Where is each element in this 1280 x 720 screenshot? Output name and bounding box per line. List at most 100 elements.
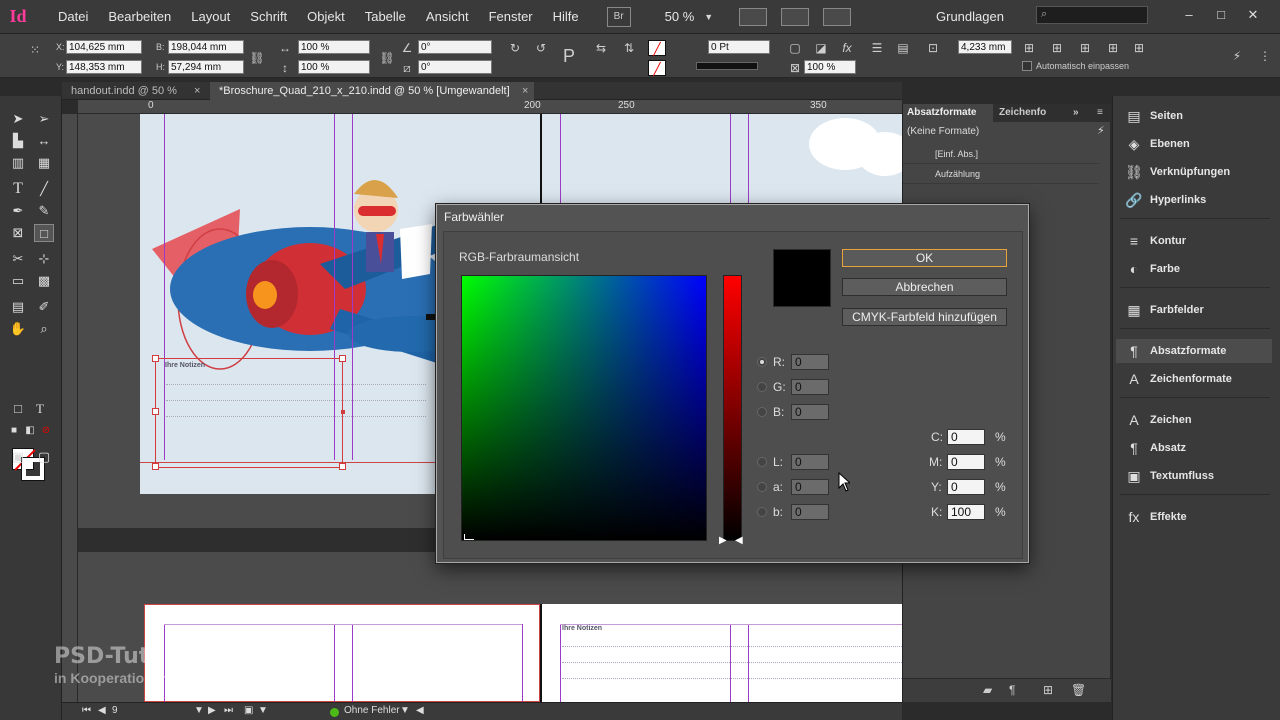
- page-tool-icon[interactable]: ▙: [8, 132, 28, 150]
- direct-selection-tool-icon[interactable]: ➢: [34, 110, 54, 128]
- arrange-documents-button[interactable]: [823, 7, 852, 26]
- rotate-cw-icon[interactable]: ↻: [506, 40, 524, 56]
- flip-h-icon[interactable]: ⇆: [592, 40, 610, 56]
- dock-item-effekte[interactable]: fx Effekte: [1116, 505, 1272, 529]
- preflight-menu-icon[interactable]: ▼: [400, 705, 410, 716]
- radio-l[interactable]: [757, 457, 767, 467]
- panel-menu-icon[interactable]: ⋮: [1256, 48, 1274, 64]
- notes-text-frame[interactable]: [155, 358, 343, 468]
- tab-broschure[interactable]: *Broschure_Quad_210_x_210.indd @ 50 % [U…: [210, 82, 534, 100]
- folder-icon[interactable]: ▰: [983, 683, 992, 697]
- rotate-field[interactable]: 0°: [418, 40, 492, 54]
- radio-g[interactable]: [757, 382, 767, 392]
- scale-y-field[interactable]: 100 %: [298, 60, 370, 74]
- style-item[interactable]: [Einf. Abs.]: [903, 144, 1099, 164]
- height-field[interactable]: 57,294 mm: [168, 60, 244, 74]
- rotate-ccw-icon[interactable]: ↺: [532, 40, 550, 56]
- gradient-swatch-tool-icon[interactable]: ▭: [8, 272, 28, 290]
- opacity-field[interactable]: 100 %: [804, 60, 856, 74]
- dock-item-zeichenformate[interactable]: A Zeichenformate: [1116, 367, 1272, 391]
- free-transform-tool-icon[interactable]: ⊹: [34, 250, 54, 268]
- slider-arrow-right-icon[interactable]: ◀: [735, 535, 743, 546]
- minimize-button[interactable]: –: [1180, 6, 1198, 24]
- line-tool-icon[interactable]: ╱: [34, 180, 54, 198]
- eyedropper-tool-icon[interactable]: ✐: [34, 298, 54, 316]
- search-input[interactable]: ⌕: [1036, 6, 1148, 24]
- rectangle-tool-icon[interactable]: □: [34, 224, 54, 242]
- rectangle-frame-tool-icon[interactable]: ⊠: [8, 224, 28, 242]
- first-page-icon[interactable]: ⏮: [82, 705, 91, 716]
- cancel-button[interactable]: Abbrechen: [842, 278, 1007, 296]
- clear-overrides-icon[interactable]: ¶: [1009, 683, 1015, 697]
- align-icon[interactable]: ☰: [868, 40, 886, 56]
- tab-zeichenformate[interactable]: Zeichenfo: [995, 104, 1065, 122]
- menu-hilfe[interactable]: Hilfe: [543, 9, 589, 24]
- dock-item-textumfluss[interactable]: ▣ Textumfluss: [1116, 464, 1272, 488]
- preview-mode-icon[interactable]: ▢: [34, 448, 54, 466]
- dock-item-ebenen[interactable]: ◈ Ebenen: [1116, 132, 1272, 156]
- new-style-icon[interactable]: ⊞: [1043, 683, 1053, 697]
- frame-handle[interactable]: [339, 463, 346, 470]
- dock-item-absatz[interactable]: ¶ Absatz: [1116, 436, 1272, 460]
- stroke-swatch[interactable]: ╱: [648, 60, 666, 76]
- content-collector-icon[interactable]: ▥: [8, 154, 28, 172]
- input-l[interactable]: 0: [791, 454, 829, 470]
- shadow-icon[interactable]: ◪: [812, 40, 830, 56]
- frame-handle[interactable]: [152, 463, 159, 470]
- slider-arrow-left-icon[interactable]: ▶: [719, 535, 727, 546]
- lightning-icon[interactable]: ⚡: [1097, 124, 1105, 137]
- radio-lab-b[interactable]: [757, 507, 767, 517]
- input-a[interactable]: 0: [791, 479, 829, 495]
- pencil-tool-icon[interactable]: ✎: [34, 202, 54, 220]
- radio-r[interactable]: [757, 357, 767, 367]
- gap-tool-icon[interactable]: ↔: [34, 132, 54, 150]
- last-page-icon[interactable]: ⏭: [224, 705, 233, 716]
- pen-tool-icon[interactable]: ✒: [8, 202, 28, 220]
- frame-handle[interactable]: [152, 408, 159, 415]
- frame-handle[interactable]: [152, 355, 159, 362]
- radio-a[interactable]: [757, 482, 767, 492]
- hand-tool-icon[interactable]: ✋: [8, 320, 28, 338]
- width-field[interactable]: 198,044 mm: [168, 40, 244, 54]
- formatting-container-icon[interactable]: □: [8, 400, 28, 418]
- workspace-switcher[interactable]: Grundlagen: [936, 9, 1004, 24]
- menu-objekt[interactable]: Objekt: [297, 9, 355, 24]
- ok-button[interactable]: OK: [842, 249, 1007, 267]
- formatting-text-icon[interactable]: T: [30, 400, 50, 418]
- maximize-button[interactable]: □: [1212, 6, 1230, 24]
- fit-content-icon[interactable]: ⊞: [1020, 40, 1038, 56]
- next-page-icon[interactable]: ▶: [208, 705, 216, 716]
- zoom-tool-icon[interactable]: ⌕: [34, 320, 54, 338]
- input-lab-b[interactable]: 0: [791, 504, 829, 520]
- color-field-marker[interactable]: [464, 534, 474, 540]
- stroke-type-selector[interactable]: [696, 62, 758, 70]
- fit-frame-icon[interactable]: ⊞: [1048, 40, 1066, 56]
- preflight-status[interactable]: Ohne Fehler: [344, 705, 400, 716]
- text-frame-options-icon[interactable]: ▤: [894, 40, 912, 56]
- normal-view-icon[interactable]: ▣: [8, 448, 28, 466]
- corner-icon[interactable]: ▢: [786, 40, 804, 56]
- dock-item-verknüpfungen[interactable]: ⛓ Verknüpfungen: [1116, 160, 1272, 184]
- menu-schrift[interactable]: Schrift: [240, 9, 297, 24]
- input-r[interactable]: 0: [791, 354, 829, 370]
- close-icon[interactable]: ×: [194, 82, 200, 100]
- dock-item-absatzformate[interactable]: ¶ Absatzformate: [1116, 339, 1272, 363]
- add-cmyk-swatch-button[interactable]: CMYK-Farbfeld hinzufügen: [842, 308, 1007, 326]
- hue-slider[interactable]: [723, 275, 742, 541]
- prev-page-icon[interactable]: ◀: [98, 705, 106, 716]
- y-field[interactable]: 148,353 mm: [66, 60, 142, 74]
- content-placer-icon[interactable]: ▦: [34, 154, 54, 172]
- dock-item-farbfelder[interactable]: ▦ Farbfelder: [1116, 298, 1272, 322]
- close-icon[interactable]: ×: [522, 82, 528, 100]
- document-menu-icon[interactable]: ▼: [258, 705, 268, 716]
- apply-none-icon[interactable]: ⊘: [36, 422, 56, 440]
- close-button[interactable]: ✕: [1244, 6, 1262, 24]
- frame-handle[interactable]: [339, 355, 346, 362]
- input-g[interactable]: 0: [791, 379, 829, 395]
- offset-field[interactable]: 4,233 mm: [958, 40, 1012, 54]
- input-m[interactable]: 0: [947, 454, 985, 470]
- scale-x-field[interactable]: 100 %: [298, 40, 370, 54]
- expand-icon[interactable]: »: [1069, 104, 1079, 122]
- menu-ansicht[interactable]: Ansicht: [416, 9, 479, 24]
- color-field[interactable]: [461, 275, 707, 541]
